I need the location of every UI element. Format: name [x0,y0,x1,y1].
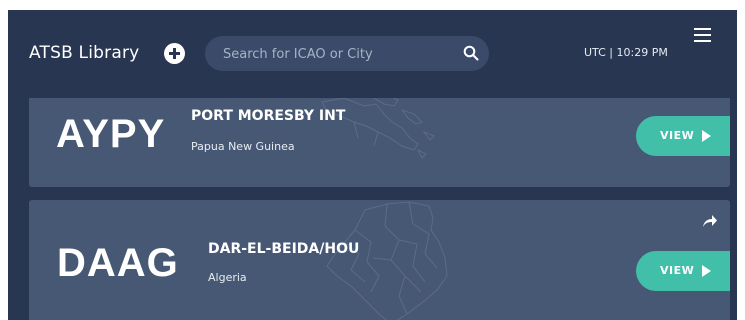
search-bar[interactable] [205,36,489,73]
play-icon [702,265,711,277]
share-arrow-icon[interactable] [702,214,718,228]
play-icon [702,130,711,142]
header-bar: ATSB Library UTC | 10:29 PM [8,10,737,98]
search-input[interactable] [221,36,455,73]
view-button[interactable]: VIEW [636,116,730,156]
hamburger-menu-icon[interactable] [694,28,711,42]
airport-card[interactable]: AYPY PORT MORESBY INT Papua New Guinea V… [29,94,730,187]
plus-circle-icon[interactable] [164,43,185,64]
utc-time: UTC | 10:29 PM [584,46,668,59]
airport-card[interactable]: DAAG DAR-EL-BEIDA/HOU Algeria VIEW [29,200,730,320]
country-name: Algeria [208,271,247,284]
view-button-label: VIEW [660,129,695,142]
algeria-map-icon [326,201,448,320]
papua-new-guinea-map-icon [321,94,435,159]
icao-code: DAAG [57,241,179,285]
country-name: Papua New Guinea [191,140,295,153]
app-title: ATSB Library [29,43,140,63]
airport-name: DAR-EL-BEIDA/HOU [208,241,360,257]
screen: AYPY PORT MORESBY INT Papua New Guinea V… [0,0,745,320]
app-window: AYPY PORT MORESBY INT Papua New Guinea V… [8,10,737,320]
view-button[interactable]: VIEW [636,251,730,291]
search-icon[interactable] [463,45,479,61]
icao-code: AYPY [56,112,166,156]
view-button-label: VIEW [660,264,695,277]
airport-name: PORT MORESBY INT [191,108,346,124]
